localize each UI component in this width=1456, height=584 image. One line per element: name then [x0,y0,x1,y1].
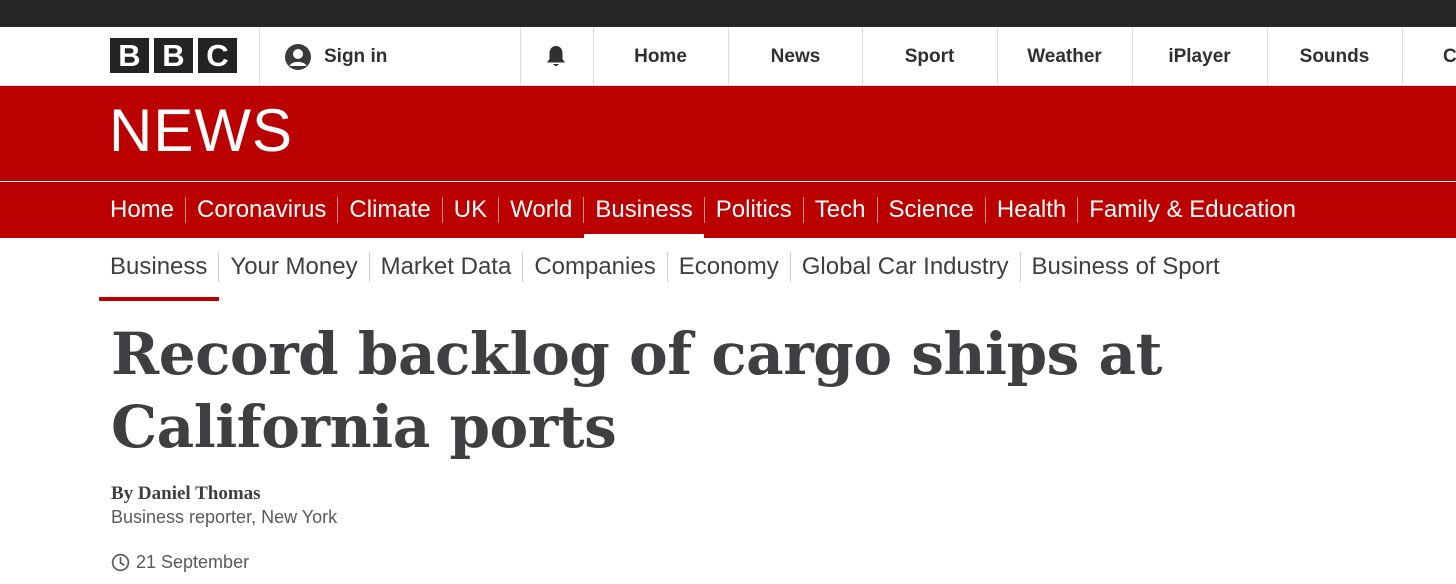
global-nav-news[interactable]: News [728,27,863,86]
global-nav-weather[interactable]: Weather [997,27,1132,86]
headline-line: California ports [111,393,617,461]
bbc-logo-letter: C [198,38,237,73]
section-nav-family-education[interactable]: Family & Education [1077,197,1307,223]
date-text: 21 September [136,552,250,572]
byline-role: Business reporter, New York [111,507,338,527]
section-nav-climate[interactable]: Climate [337,197,441,223]
global-nav-home[interactable]: Home [593,27,728,86]
sub-nav-companies[interactable]: Companies [522,252,666,282]
sub-nav-global-car-industry[interactable]: Global Car Industry [789,252,1020,282]
sub-nav-your-money[interactable]: Your Money [218,252,368,282]
sub-nav-market-data[interactable]: Market Data [368,252,523,282]
sub-nav-economy[interactable]: Economy [666,252,790,282]
nav-divider [259,27,260,86]
nav-divider [520,27,521,86]
section-nav-science[interactable]: Science [876,197,985,223]
section-nav-coronavirus[interactable]: Coronavirus [185,197,337,223]
section-nav-health[interactable]: Health [984,197,1077,223]
section-nav-home[interactable]: Home [110,197,185,223]
section-nav-business[interactable]: Business [583,197,705,238]
sub-nav-business-of-sport[interactable]: Business of Sport [1019,252,1231,282]
bell-icon[interactable] [543,43,569,69]
section-nav-uk[interactable]: UK [441,197,498,223]
section-nav-politics[interactable]: Politics [703,197,803,223]
global-nav-sport[interactable]: Sport [862,27,997,86]
section-nav-tech[interactable]: Tech [802,197,877,223]
global-nav: B B C Sign in Home News Sport Weather iP… [0,27,1456,86]
browser-top-strip [0,0,1456,27]
sign-in-link[interactable]: Sign in [284,27,387,86]
news-masthead: NEWS [0,86,1456,181]
byline-author: By Daniel Thomas [111,483,261,504]
section-nav-world[interactable]: World [498,197,583,223]
article-headline: Record backlog of cargo ships at Califor… [111,318,1311,464]
bbc-logo[interactable]: B B C [110,38,237,73]
article-date: 21 September [111,552,249,573]
bbc-logo-letter: B [154,38,193,73]
global-nav-sounds[interactable]: Sounds [1267,27,1402,86]
bbc-logo-letter: B [110,38,149,73]
business-sub-nav: Business Your Money Market Data Companie… [0,238,1456,301]
sub-nav-business[interactable]: Business [98,252,220,301]
news-wordmark[interactable]: NEWS [109,101,293,161]
clock-icon [111,553,130,572]
sign-in-label: Sign in [324,45,388,67]
section-nav: Home Coronavirus Climate UK World Busine… [0,182,1456,238]
headline-line: Record backlog of cargo ships at [111,320,1162,388]
global-nav-iplayer[interactable]: iPlayer [1132,27,1267,86]
global-nav-more[interactable]: C [1402,27,1456,86]
user-avatar-icon [285,43,311,70]
